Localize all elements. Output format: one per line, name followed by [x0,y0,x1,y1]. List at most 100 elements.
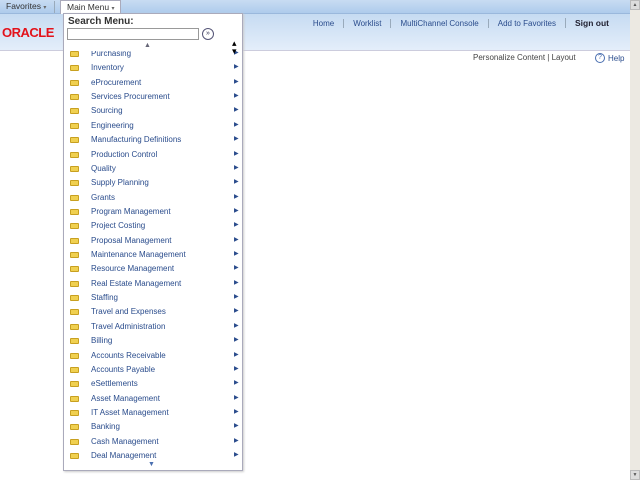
folder-icon [70,295,79,302]
menu-item[interactable]: Travel Administration ▶ [64,320,242,334]
worklist-link[interactable]: Worklist [343,18,390,28]
personalize-content-link[interactable]: Personalize Content | Layout [473,53,576,62]
menu-item[interactable]: Resource Management ▶ [64,262,242,276]
folder-icon [70,79,79,86]
sort-icon[interactable]: ▴ ▾ [232,39,237,56]
favorites-label: Favorites [6,1,41,11]
menu-item[interactable]: Supply Planning ▶ [64,176,242,190]
chevron-right-icon: ▶ [234,251,239,258]
menu-item[interactable]: Real Estate Management ▶ [64,277,242,291]
menu-item[interactable]: Cash Management ▶ [64,435,242,449]
menu-item[interactable]: Billing ▶ [64,334,242,348]
folder-icon [70,165,79,172]
menu-item[interactable]: Asset Management ▶ [64,392,242,406]
menu-item-label: Billing [91,336,113,346]
navbar: Favorites ▾ Main Menu ▾ [0,0,630,14]
folder-icon [70,438,79,445]
folder-icon [70,252,79,259]
folder-icon [70,122,79,129]
menu-item[interactable]: eSettlements ▶ [64,377,242,391]
menu-item[interactable]: Accounts Receivable ▶ [64,349,242,363]
main-menu-dropdown: Purchasing ▶ Inventory ▶ eProcurement ▶ Servic… [63,13,243,471]
chevron-right-icon: ▶ [234,322,239,329]
folder-icon [70,180,79,187]
menu-item-label: Resource Management [91,264,175,274]
menu-item[interactable]: Quality ▶ [64,162,242,176]
help-link[interactable]: ? Help [595,53,624,63]
search-menu-input[interactable] [67,28,199,40]
multichannel-console-link[interactable]: MultiChannel Console [390,18,487,28]
add-to-favorites-link[interactable]: Add to Favorites [487,18,565,28]
menu-item-label: IT Asset Management [91,407,169,417]
menu-item-label: Proposal Management [91,235,172,245]
folder-icon [70,352,79,359]
menu-item-label: Staffing [91,293,118,303]
menu-item[interactable]: Maintenance Management ▶ [64,248,242,262]
search-menu-label: Search Menu: [68,16,134,27]
menu-item-label: Supply Planning [91,178,149,188]
menu-item[interactable]: Services Procurement ▶ [64,90,242,104]
search-go-icon[interactable]: » [202,28,214,40]
folder-icon [70,309,79,316]
menu-item[interactable]: Grants ▶ [64,191,242,205]
scroll-up-arrow-icon[interactable]: ▲ [144,42,151,49]
sign-out-link[interactable]: Sign out [565,18,618,28]
menu-item-label: Grants [91,192,116,202]
menu-item-label: Accounts Payable [91,364,156,374]
scroll-down-arrow-icon[interactable]: ▼ [148,461,155,468]
divider [54,1,55,13]
menu-item[interactable]: Engineering ▶ [64,119,242,133]
scroll-up-button[interactable]: ▲ [630,0,640,10]
menu-item-label: Accounts Receivable [91,350,166,360]
chevron-right-icon: ▶ [234,78,239,85]
folder-icon [70,381,79,388]
folder-icon [70,194,79,201]
menu-item[interactable]: Inventory ▶ [64,61,242,75]
folder-icon [70,208,79,215]
menu-item[interactable]: Production Control ▶ [64,148,242,162]
home-link[interactable]: Home [304,19,343,28]
main-menu[interactable]: Main Menu ▾ [60,0,122,14]
menu-item-label: Project Costing [91,221,146,231]
chevron-right-icon: ▶ [234,351,239,358]
chevron-right-icon: ▶ [234,179,239,186]
menu-item[interactable]: IT Asset Management ▶ [64,406,242,420]
menu-item-label: Maintenance Management [91,250,186,260]
menu-item-label: Real Estate Management [91,278,182,288]
menu-item[interactable]: Proposal Management ▶ [64,234,242,248]
menu-item-label: eSettlements [91,379,138,389]
main-menu-label: Main Menu [67,2,110,12]
menu-item[interactable]: Banking ▶ [64,420,242,434]
menu-item[interactable]: Sourcing ▶ [64,104,242,118]
menu-item[interactable]: Manufacturing Definitions ▶ [64,133,242,147]
menu-item[interactable]: Staffing ▶ [64,291,242,305]
header-links: Home Worklist MultiChannel Console Add t… [304,17,618,29]
chevron-right-icon: ▶ [234,337,239,344]
menu-item[interactable]: Project Costing ▶ [64,219,242,233]
favorites-menu[interactable]: Favorites ▾ [0,0,52,14]
menu-item[interactable]: Program Management ▶ [64,205,242,219]
menu-item-label: Banking [91,422,120,432]
menu-item[interactable]: eProcurement ▶ [64,76,242,90]
folder-icon [70,366,79,373]
chevron-right-icon: ▶ [234,265,239,272]
menu-item-label: Production Control [91,149,158,159]
vertical-scrollbar[interactable]: ▲ ▼ [630,0,640,480]
chevron-right-icon: ▶ [234,193,239,200]
scroll-down-button[interactable]: ▼ [630,470,640,480]
help-label: Help [608,53,625,63]
chevron-right-icon: ▶ [234,380,239,387]
menu-item-label: Manufacturing Definitions [91,135,182,145]
menu-item-label: Travel Administration [91,321,166,331]
chevron-right-icon: ▶ [234,423,239,430]
menu-item[interactable]: Accounts Payable ▶ [64,363,242,377]
folder-icon [70,280,79,287]
menu-item-label: Inventory [91,63,124,73]
folder-icon [70,266,79,273]
folder-icon [70,323,79,330]
chevron-right-icon: ▶ [234,64,239,71]
folder-icon [70,151,79,158]
folder-icon [70,223,79,230]
menu-item[interactable]: Travel and Expenses ▶ [64,305,242,319]
menu-item-label: Cash Management [91,436,159,446]
